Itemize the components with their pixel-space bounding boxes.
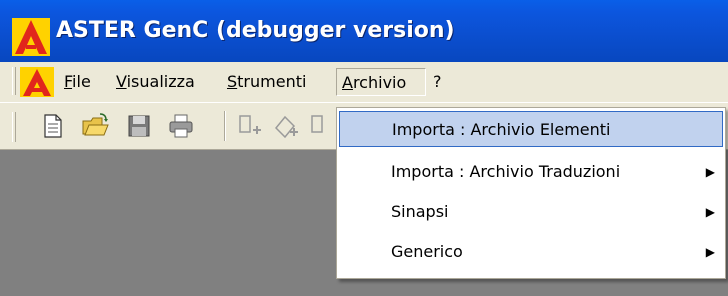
toolbar-grip[interactable]: [12, 112, 16, 142]
menu-strumenti-label: trumenti: [237, 72, 307, 91]
app-menu-icon[interactable]: [20, 67, 54, 97]
print-icon[interactable]: [166, 111, 196, 141]
menu-strumenti[interactable]: Strumenti: [222, 68, 311, 96]
remove-element-icon[interactable]: [306, 111, 336, 141]
open-folder-icon[interactable]: [80, 111, 110, 141]
menuitem-importa-archivio-elementi[interactable]: Importa : Archivio Elementi: [339, 111, 723, 147]
add-element-icon[interactable]: [234, 111, 264, 141]
menu-visualizza-mnemonic: V: [116, 72, 127, 91]
new-document-icon[interactable]: [38, 111, 68, 141]
menu-archivio[interactable]: Archivio: [336, 68, 426, 96]
archivio-dropdown-menu: Importa : Archivio Elementi Importa : Ar…: [336, 107, 726, 279]
toolbar-separator: [224, 111, 226, 141]
menu-help-label: ?: [433, 72, 442, 91]
submenu-arrow-icon: ▶: [705, 205, 715, 219]
menu-archivio-label: rchivio: [352, 73, 407, 92]
submenu-arrow-icon: ▶: [705, 245, 715, 259]
edit-element-icon[interactable]: [270, 111, 300, 141]
menu-file-label: ile: [72, 72, 91, 91]
menu-help[interactable]: ?: [428, 68, 447, 96]
menuitem-label: Generico: [391, 242, 463, 261]
submenu-arrow-icon: ▶: [705, 165, 715, 179]
menuitem-importa-archivio-traduzioni[interactable]: Importa : Archivio Traduzioni ▶: [339, 154, 723, 190]
menu-archivio-mnemonic: A: [342, 73, 353, 92]
save-icon[interactable]: [124, 111, 154, 141]
menubar-grip[interactable]: [12, 67, 16, 95]
menu-file[interactable]: File: [59, 68, 96, 96]
window-title: ASTER GenC (debugger version): [56, 18, 455, 43]
menuitem-label: Sinapsi: [391, 202, 449, 221]
menuitem-sinapsi[interactable]: Sinapsi ▶: [339, 194, 723, 230]
title-bar[interactable]: ASTER GenC (debugger version): [0, 0, 728, 62]
menuitem-label: Importa : Archivio Elementi: [392, 120, 611, 139]
menu-visualizza-label: isualizza: [126, 72, 195, 91]
menuitem-generico[interactable]: Generico ▶: [339, 234, 723, 270]
menuitem-label: Importa : Archivio Traduzioni: [391, 162, 621, 181]
menu-visualizza[interactable]: Visualizza: [111, 68, 200, 96]
app-logo-icon: [12, 18, 50, 56]
menu-file-mnemonic: F: [64, 72, 73, 91]
menu-strumenti-mnemonic: S: [227, 72, 238, 91]
